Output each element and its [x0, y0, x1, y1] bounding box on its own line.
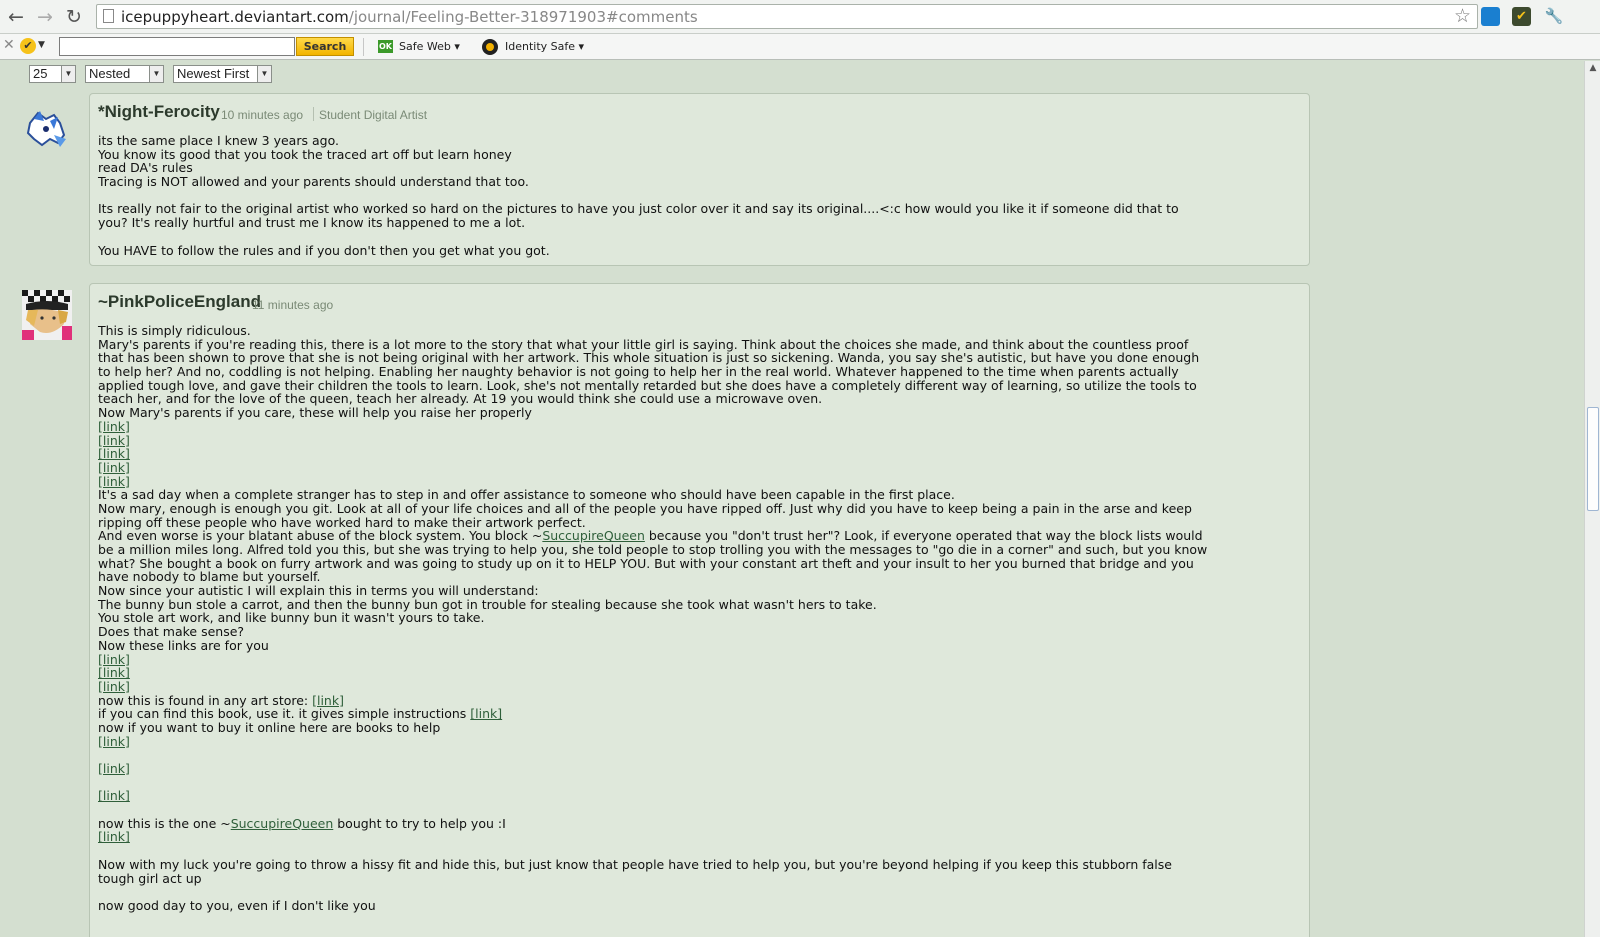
norton-extension-icon[interactable]: ✔	[1512, 7, 1531, 26]
comment-line: Now since your autistic I will explain t…	[98, 583, 539, 599]
vertical-scrollbar[interactable]: ▲	[1584, 61, 1600, 937]
comment-username[interactable]: ~PinkPoliceEngland	[98, 292, 261, 312]
comment-body: its the same place I knew 3 years ago. Y…	[98, 134, 1179, 257]
comment-line: You stole art work, and like bunny bun i…	[98, 610, 485, 626]
page-content: 25 ▼ Nested ▼ Newest First ▼ *Night-Fero…	[0, 61, 1584, 937]
link[interactable]: [link]	[98, 761, 130, 776]
per-page-value: 25	[33, 66, 48, 81]
comment-line: to help her? And no, coddling is not hel…	[98, 364, 1179, 380]
comment-username[interactable]: *Night-Ferocity	[98, 102, 220, 122]
comment-line: You know its good that you took the trac…	[98, 146, 512, 162]
comment-line: now if you want to buy it online here ar…	[98, 719, 441, 735]
link[interactable]: [link]	[98, 829, 130, 844]
comment-line: ripping off these people who have worked…	[98, 514, 586, 530]
comment-line: Now Mary's parents if you care, these wi…	[98, 405, 532, 421]
close-icon[interactable]: ✕	[3, 37, 15, 53]
comment-text: if you can find this book, use it. it gi…	[98, 706, 471, 722]
comment-line: Now these links are for you	[98, 637, 269, 653]
toolbar-search-button[interactable]: Search	[296, 37, 354, 56]
comment-line: applied tough love, and gave their child…	[98, 377, 1197, 393]
comment-line	[98, 230, 1179, 244]
comment-line: The bunny bun stole a carrot, and then t…	[98, 596, 877, 612]
security-toolbar: ✕ ✔ ▼ Search OK Safe Web ▾ Identity Safe…	[0, 34, 1600, 60]
safe-web-menu[interactable]: Safe Web ▾	[399, 40, 460, 53]
comment-line: that has been shown to prove that she is…	[98, 350, 1200, 366]
comment-line: you? It's really hurtful and trust me I …	[98, 215, 526, 231]
comment-line: Tracing is NOT allowed and your parents …	[98, 174, 529, 190]
wrench-menu-icon[interactable]: 🔧	[1543, 5, 1565, 27]
extension-chat-icon[interactable]	[1481, 7, 1500, 26]
url-text[interactable]: icepuppyheart.deviantart.com/journal/Fee…	[121, 8, 698, 26]
user-role: Student Digital Artist	[319, 108, 428, 122]
page-icon	[103, 9, 114, 23]
norton-check-icon[interactable]: ✔	[20, 38, 36, 54]
per-page-select[interactable]: 25 ▼	[29, 65, 76, 83]
comment-line: Now with my luck you're going to throw a…	[98, 856, 1172, 872]
comment-line: You HAVE to follow the rules and if you …	[98, 242, 550, 258]
chevron-down-icon: ▼	[61, 66, 75, 82]
browser-toolbar: ← → ↻ icepuppyheart.deviantart.com/journ…	[0, 0, 1600, 34]
view-mode-select[interactable]: Nested ▼	[85, 65, 164, 83]
divider	[363, 38, 364, 56]
comment-line: its the same place I knew 3 years ago.	[98, 133, 339, 148]
sort-order-select[interactable]: Newest First ▼	[173, 65, 272, 83]
chevron-down-icon: ▼	[257, 66, 271, 82]
divider	[313, 107, 314, 121]
chevron-down-icon[interactable]: ▼	[38, 40, 45, 50]
comment-line: Does that make sense?	[98, 624, 245, 640]
comment-line: have nobody to blame but yourself.	[98, 569, 321, 585]
safe-web-ok-icon: OK	[378, 40, 393, 53]
comment-line: what? She bought a book on furry artwork…	[98, 555, 1194, 571]
identity-safe-icon	[482, 39, 498, 55]
bookmark-star-icon[interactable]: ☆	[1454, 5, 1471, 27]
comment-body: This is simply ridiculous. Mary's parent…	[98, 324, 1207, 913]
comment-line: be a million miles long. Alfred told you…	[98, 542, 1208, 557]
comment-line: read DA's rules	[98, 160, 193, 176]
comment-line: tough girl act up	[98, 870, 202, 886]
comment-line: It's a sad day when a complete stranger …	[98, 487, 955, 503]
back-button[interactable]: ←	[5, 6, 27, 28]
link[interactable]: [link]	[98, 734, 130, 749]
avatar[interactable]	[22, 290, 72, 340]
comment-text: bought to try to help you :I	[333, 815, 506, 831]
comment-line	[98, 189, 1179, 203]
url-host: icepuppyheart.deviantart.com	[121, 8, 349, 26]
comment-line: This is simply ridiculous.	[98, 323, 251, 338]
comment: ~PinkPoliceEngland 11 minutes ago This i…	[89, 283, 1310, 937]
view-mode-value: Nested	[89, 66, 131, 81]
avatar[interactable]	[24, 109, 74, 159]
comment-line: teach her, and for the love of the queen…	[98, 391, 823, 407]
link[interactable]: [link]	[470, 706, 502, 721]
url-path: /journal/Feeling-Better-318971903#commen…	[348, 8, 698, 26]
chevron-down-icon: ▼	[149, 66, 163, 82]
address-bar[interactable]: icepuppyheart.deviantart.com/journal/Fee…	[96, 4, 1478, 29]
comment-line: Its really not fair to the original arti…	[98, 201, 1179, 217]
user-mention-link[interactable]: SuccupireQueen	[231, 816, 334, 831]
reload-button[interactable]: ↻	[63, 6, 85, 28]
comment-timestamp[interactable]: 10 minutes ago	[221, 108, 303, 122]
identity-safe-menu[interactable]: Identity Safe ▾	[505, 40, 584, 53]
comment-timestamp[interactable]: 11 minutes ago	[252, 298, 333, 312]
scrollbar-thumb[interactable]	[1587, 407, 1599, 511]
scroll-up-arrow-icon[interactable]: ▲	[1588, 63, 1598, 75]
toolbar-search-input[interactable]	[59, 37, 295, 56]
comment: *Night-Ferocity 10 minutes ago Student D…	[89, 93, 1310, 266]
comment-line: Mary's parents if you're reading this, t…	[98, 336, 1189, 352]
sort-order-value: Newest First	[177, 66, 250, 81]
link[interactable]: [link]	[98, 788, 130, 803]
comment-line: Now mary, enough is enough you git. Look…	[98, 500, 1192, 516]
comment-line: now good day to you, even if I don't lik…	[98, 897, 376, 913]
forward-button[interactable]: →	[34, 6, 56, 28]
